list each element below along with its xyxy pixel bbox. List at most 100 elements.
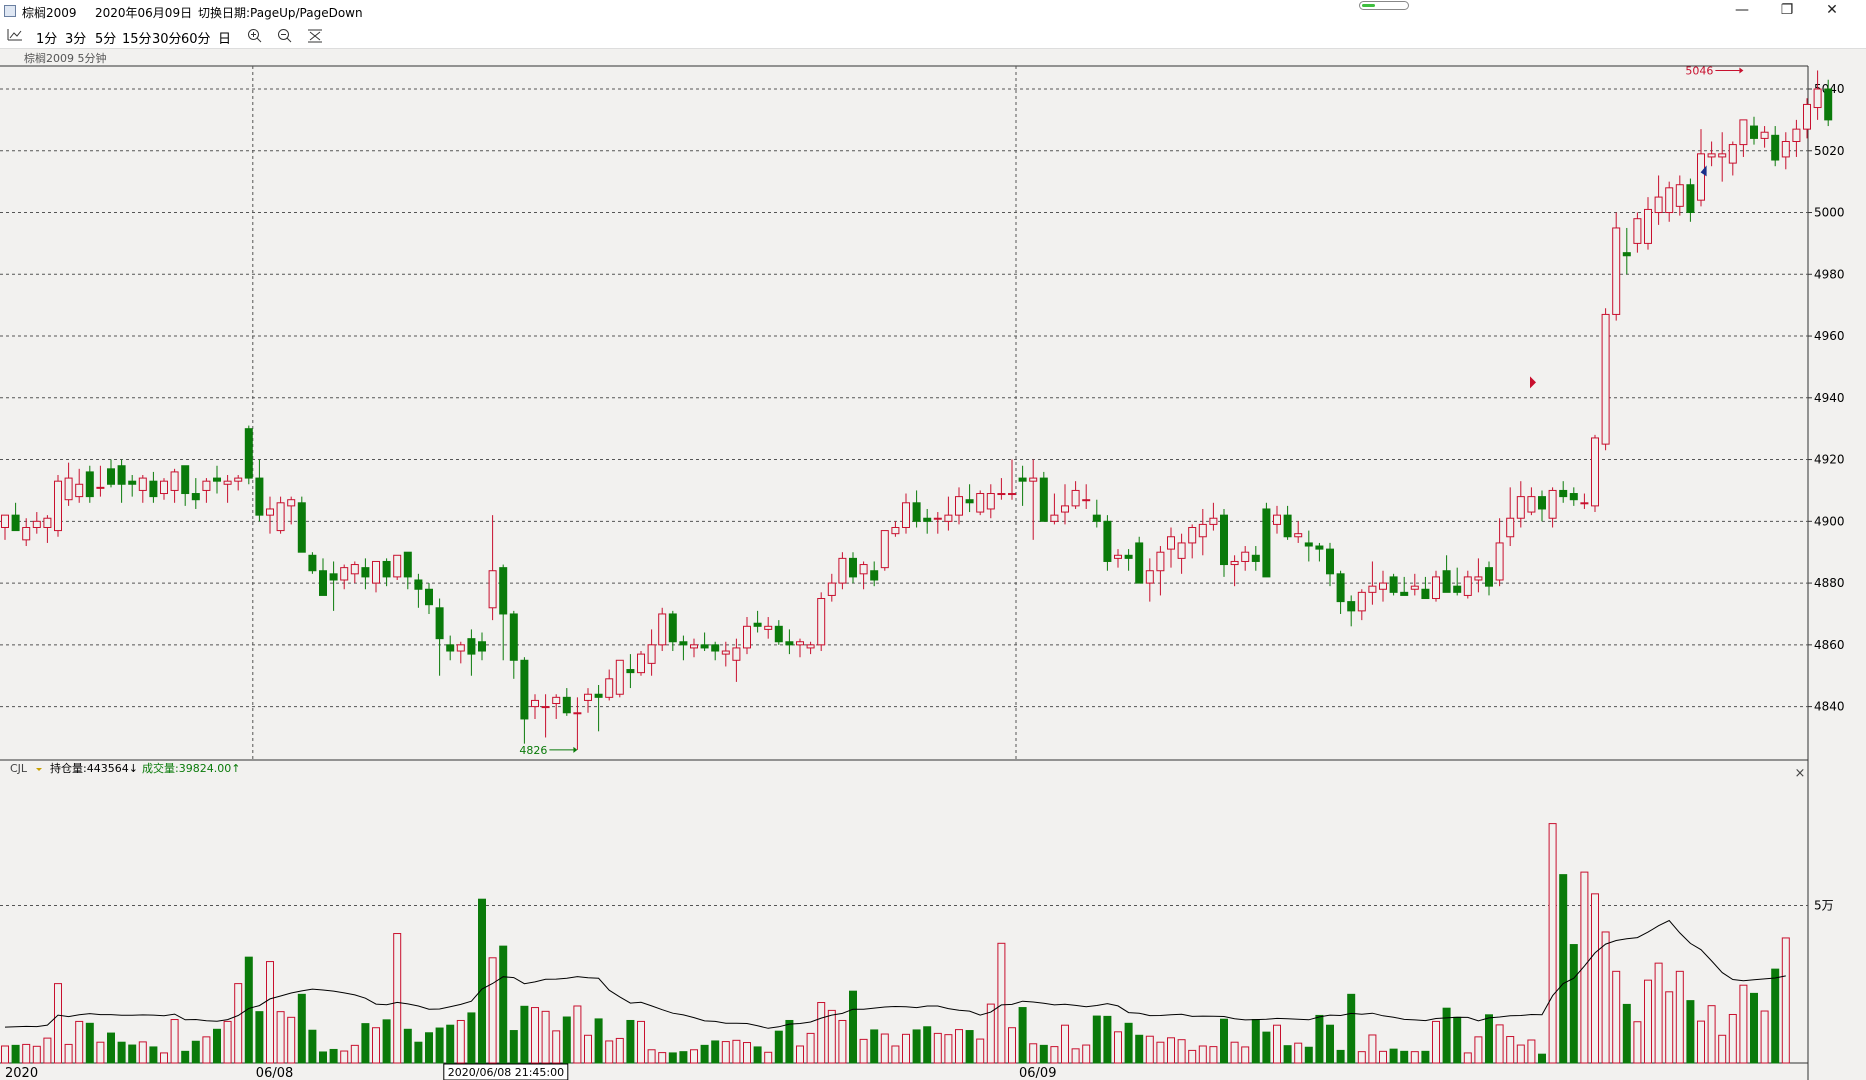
candle-body <box>700 644 709 649</box>
volume-bar <box>1379 1050 1387 1064</box>
candle-body <box>160 480 168 495</box>
volume-bar <box>520 1005 529 1064</box>
volume-bar <box>552 1030 561 1064</box>
candle-body <box>446 644 455 652</box>
candle-body <box>933 517 942 520</box>
candle-body <box>764 625 773 630</box>
close-indicator-icon[interactable]: × <box>1795 766 1806 781</box>
volume-bar <box>1114 1031 1122 1064</box>
candle-body <box>234 477 243 482</box>
volume-bar <box>1538 1053 1546 1064</box>
candle-body <box>1803 103 1811 130</box>
volume-bar <box>1039 1044 1048 1064</box>
volume-bar <box>1771 968 1780 1064</box>
price-tick-label: 5020 <box>1814 144 1845 158</box>
candle-body <box>1167 536 1175 550</box>
candle-body <box>1114 554 1122 559</box>
volume-bar <box>1707 1005 1716 1064</box>
volume-bar <box>1145 1035 1154 1064</box>
volume-bar <box>32 1045 41 1064</box>
candle-body <box>85 471 94 498</box>
volume-bar <box>1315 1014 1324 1064</box>
candle-body <box>138 477 147 491</box>
volume-bar <box>626 1019 635 1064</box>
candle-body <box>1061 505 1069 513</box>
volume-tick-label: 5万 <box>1814 899 1834 913</box>
candle-body <box>54 480 62 532</box>
candle-body <box>1389 576 1398 593</box>
candle-body <box>1495 542 1504 581</box>
candle-body <box>1230 560 1239 566</box>
volume-bar <box>1018 1007 1027 1064</box>
candle-body <box>1241 551 1250 562</box>
volume-bar <box>859 1038 868 1064</box>
candle-body <box>679 641 688 646</box>
candle-body <box>1750 125 1758 139</box>
volume-bar <box>679 1051 688 1064</box>
volume-bar <box>806 1032 815 1064</box>
candle-body <box>880 530 889 569</box>
volume-bar <box>181 1050 190 1064</box>
volume-bar <box>191 1040 200 1064</box>
volume-bar <box>637 1020 645 1064</box>
volume-bar <box>1188 1049 1197 1064</box>
candle-body <box>64 477 73 501</box>
candle-body <box>1 514 9 528</box>
candle-body <box>986 493 995 510</box>
volume-bar <box>658 1052 667 1064</box>
candle-body <box>1728 144 1737 164</box>
candle-body <box>1039 477 1048 522</box>
candle-body <box>1771 134 1780 161</box>
volume-bar <box>700 1044 709 1064</box>
candle-body <box>1612 227 1621 315</box>
volume-bar <box>329 1048 338 1064</box>
candle-body <box>891 526 900 535</box>
volume-bar <box>1739 984 1748 1064</box>
volume-bar <box>1262 1031 1271 1064</box>
volume-bar <box>234 983 243 1064</box>
candle-body <box>266 508 274 516</box>
candle-body <box>117 465 126 485</box>
volume-bar <box>1283 1045 1292 1064</box>
candle-body <box>287 499 296 507</box>
volume-bar <box>796 1045 804 1064</box>
volume-bar <box>764 1051 773 1064</box>
volume-bar <box>1368 1034 1377 1064</box>
volume-bar <box>541 1010 550 1064</box>
volume-bar <box>1135 1034 1144 1064</box>
candle-body <box>319 570 327 596</box>
candle-body <box>1527 496 1536 513</box>
volume-bar <box>1092 1015 1101 1064</box>
candle-body <box>499 567 508 615</box>
candle-body <box>637 653 645 674</box>
candle-body <box>1400 591 1409 596</box>
volume-bar <box>107 1032 115 1064</box>
time-axis-label: 2020 <box>5 1066 38 1080</box>
candle-body <box>1347 601 1356 612</box>
volume-bar <box>456 1019 465 1064</box>
candle-body <box>403 551 412 578</box>
volume-bar <box>467 1012 476 1064</box>
candle-body <box>944 514 953 522</box>
candle-body <box>1792 128 1801 142</box>
volume-bar <box>838 1019 847 1064</box>
volume-bar <box>1273 1024 1281 1064</box>
candle-body <box>181 465 190 495</box>
volume-bar <box>870 1029 879 1064</box>
open-interest-label: 持仓量:443564↓ <box>50 761 138 775</box>
candle-body <box>1506 517 1515 538</box>
candle-body <box>1813 88 1822 109</box>
candle-body <box>1559 489 1568 498</box>
volume-bar <box>711 1040 720 1064</box>
candle-body <box>1029 477 1038 482</box>
volume-bar <box>594 1018 603 1064</box>
volume-bar <box>75 1020 84 1064</box>
volume-bar <box>1336 1049 1345 1064</box>
candle-body <box>149 480 158 498</box>
candle-body <box>796 641 804 646</box>
volume-bar <box>170 1019 179 1064</box>
volume-bar <box>509 1030 518 1064</box>
crosshair-time-label: 2020/06/08 21:45:00 <box>448 1066 564 1079</box>
volume-bar <box>1527 1039 1536 1064</box>
candle-body <box>1273 514 1281 525</box>
